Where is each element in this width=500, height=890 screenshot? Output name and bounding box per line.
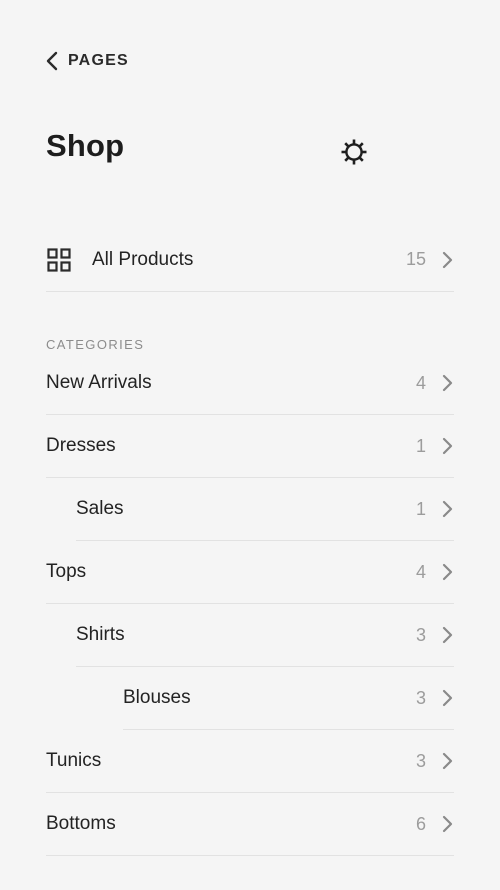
category-count: 4: [415, 561, 426, 582]
gear-icon: [340, 138, 368, 166]
category-row-blouses[interactable]: Blouses 3: [123, 667, 454, 730]
category-label: Tunics: [46, 750, 102, 771]
chevron-right-icon: [440, 563, 454, 581]
category-label: New Arrivals: [46, 372, 152, 393]
category-row-tops[interactable]: Tops 4: [46, 541, 454, 604]
chevron-left-icon: [44, 50, 60, 72]
category-count: 3: [415, 624, 426, 645]
chevron-right-icon: [440, 626, 454, 644]
back-label: PAGES: [68, 52, 129, 69]
category-label: Blouses: [123, 687, 191, 708]
category-row-shirts[interactable]: Shirts 3: [76, 604, 454, 667]
category-list: New Arrivals 4 Dresses 1 Sales 1 Tops 4 …: [0, 352, 500, 856]
chevron-right-icon: [440, 251, 454, 269]
category-count: 3: [415, 687, 426, 708]
all-products-count: 15: [405, 249, 426, 269]
chevron-right-icon: [440, 689, 454, 707]
category-count: 6: [415, 813, 426, 834]
categories-heading: CATEGORIES: [46, 337, 145, 352]
chevron-right-icon: [440, 752, 454, 770]
category-row-bottoms[interactable]: Bottoms 6: [46, 793, 454, 856]
page-title: Shop: [46, 128, 125, 163]
category-label: Bottoms: [46, 813, 116, 834]
category-label: Tops: [46, 561, 87, 582]
category-row-new-arrivals[interactable]: New Arrivals 4: [46, 352, 454, 415]
category-count: 4: [415, 372, 426, 393]
category-label: Dresses: [46, 435, 116, 456]
all-products-row[interactable]: All Products 15: [46, 228, 454, 292]
category-label: Shirts: [76, 624, 125, 645]
category-count: 1: [415, 435, 426, 456]
category-count: 1: [415, 498, 426, 519]
category-label: Sales: [76, 498, 124, 519]
category-row-tunics[interactable]: Tunics 3: [46, 730, 454, 793]
category-count: 3: [415, 750, 426, 771]
all-products-label: All Products: [92, 248, 194, 270]
chevron-right-icon: [440, 815, 454, 833]
chevron-right-icon: [440, 374, 454, 392]
settings-button[interactable]: [339, 137, 369, 167]
back-to-pages-button[interactable]: PAGES: [44, 48, 129, 74]
category-row-dresses[interactable]: Dresses 1: [46, 415, 454, 478]
grid-icon: [46, 247, 72, 273]
category-row-sales[interactable]: Sales 1: [76, 478, 454, 541]
chevron-right-icon: [440, 437, 454, 455]
chevron-right-icon: [440, 500, 454, 518]
